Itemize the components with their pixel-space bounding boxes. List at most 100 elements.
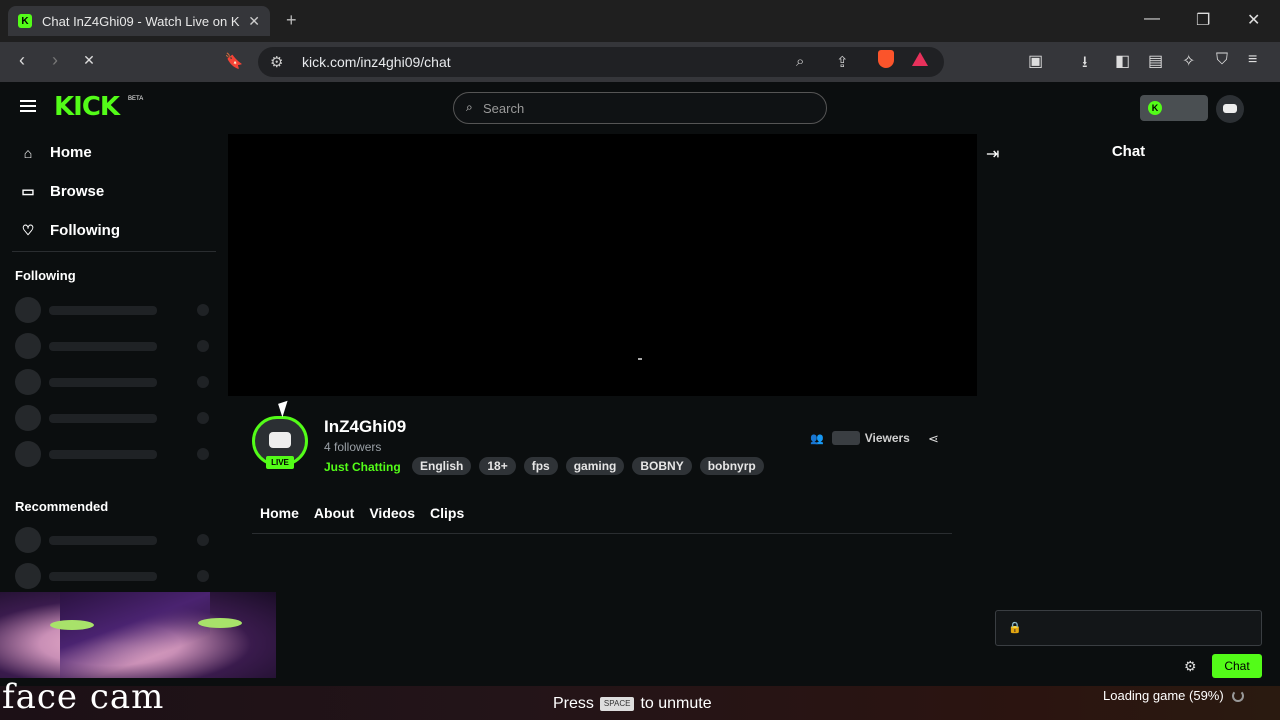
tag[interactable]: gaming — [565, 457, 625, 475]
following-section-title: Following — [15, 268, 76, 283]
reader-mode-icon[interactable]: ▣ — [1028, 51, 1043, 71]
url-text[interactable]: kick.com/inz4ghi09/chat — [302, 54, 451, 70]
chat-settings-icon[interactable]: ⚙ — [1184, 658, 1197, 675]
viewer-count: 👥 Viewers — [810, 431, 910, 445]
chat-message-input[interactable]: 🔒 — [995, 610, 1262, 646]
viewer-count-placeholder — [831, 431, 860, 445]
channel-skeleton — [15, 563, 215, 589]
loading-indicator — [638, 358, 642, 360]
maximize-button[interactable]: ❐ — [1196, 10, 1210, 30]
tabs-divider — [252, 533, 952, 534]
facecam-eye — [50, 620, 94, 630]
tab-close-icon[interactable]: ✕ — [248, 13, 260, 30]
kick-coin-icon: K — [1148, 101, 1162, 115]
tag[interactable]: fps — [523, 457, 558, 475]
facecam-eye — [198, 618, 242, 628]
facecam-label: face cam — [2, 677, 165, 717]
tab-videos[interactable]: Videos — [369, 505, 415, 521]
leo-ai-icon[interactable]: ✧ — [1182, 51, 1195, 71]
bookmark-icon[interactable]: 🔖 — [222, 52, 246, 70]
sidebar-toggle-icon[interactable]: ◧ — [1115, 51, 1130, 71]
hamburger-menu-icon[interactable] — [20, 100, 36, 112]
window-close-button[interactable]: ✕ — [1247, 10, 1260, 30]
channel-skeleton — [15, 405, 215, 431]
browser-tab[interactable]: K Chat InZ4Ghi09 - Watch Live on K ✕ — [8, 6, 270, 36]
channel-name[interactable]: InZ4Ghi09 — [324, 417, 406, 437]
mouse-cursor-icon — [278, 400, 292, 418]
recommended-section-title: Recommended — [15, 499, 109, 514]
site-settings-icon[interactable]: ⚙ — [270, 53, 283, 71]
sidebar-item-label: Home — [50, 144, 92, 161]
new-tab-button[interactable]: + — [286, 10, 297, 31]
unmute-text: to unmute — [640, 695, 712, 712]
channel-skeleton — [15, 441, 215, 467]
stop-loading-icon[interactable]: ✕ — [77, 52, 101, 69]
user-avatar[interactable] — [1216, 95, 1244, 123]
search-placeholder: Search — [483, 101, 525, 116]
tab-home[interactable]: Home — [260, 505, 299, 521]
tag-list: English 18+ fps gaming BOBNY bobnyrp — [412, 457, 764, 475]
zoom-icon[interactable]: ⌕ — [796, 53, 804, 70]
category-link[interactable]: Just Chatting — [324, 460, 401, 474]
back-icon[interactable]: ‹ — [10, 50, 34, 71]
minimize-button[interactable]: — — [1144, 10, 1160, 28]
beta-label: BETA — [128, 96, 144, 102]
send-chat-button[interactable]: Chat — [1212, 654, 1262, 678]
kick-favicon-icon: K — [18, 14, 32, 28]
forward-icon[interactable]: › — [43, 50, 67, 71]
space-key: SPACE — [599, 697, 635, 711]
menu-icon[interactable]: ≡ — [1248, 51, 1257, 69]
search-icon: ⌕ — [466, 100, 473, 114]
tag[interactable]: English — [412, 457, 472, 475]
channel-avatar[interactable]: LIVE — [252, 416, 310, 469]
site-header: KICK BETA ⌕ Search K — [0, 82, 1280, 134]
video-player[interactable] — [228, 134, 977, 396]
tag[interactable]: BOBNY — [632, 457, 692, 475]
download-icon[interactable]: ⭳ — [1082, 51, 1088, 78]
browser-navbar: ‹ › ✕ 🔖 ⚙ kick.com/inz4ghi09/chat ⌕ ⇪ ▣ … — [0, 42, 1280, 82]
tag[interactable]: bobnyrp — [699, 457, 764, 475]
facecam-hair — [60, 592, 210, 678]
kick-logo[interactable]: KICK — [54, 92, 120, 122]
kicks-balance-button[interactable]: K — [1140, 95, 1208, 121]
wallet-icon[interactable]: ▤ — [1148, 51, 1163, 71]
share-icon[interactable]: ⋖ — [928, 431, 939, 447]
sidebar-item-label: Following — [50, 222, 120, 239]
tab-about[interactable]: About — [314, 505, 354, 521]
follower-count: 4 followers — [324, 440, 382, 454]
tab-title: Chat InZ4Ghi09 - Watch Live on K — [42, 13, 240, 29]
lock-icon: 🔒 — [1008, 622, 1022, 634]
heart-icon: ♡ — [21, 222, 35, 238]
loading-text: Loading game (59%) — [1103, 688, 1224, 703]
tag[interactable]: 18+ — [479, 457, 516, 475]
viewers-icon: 👥 — [810, 432, 824, 445]
sidebar-item-browse[interactable]: ▭ Browse — [20, 183, 104, 200]
sidebar-item-label: Browse — [50, 183, 105, 200]
address-bar[interactable]: ⚙ kick.com/inz4ghi09/chat ⌕ ⇪ — [258, 47, 944, 77]
brave-rewards-icon[interactable] — [912, 52, 928, 66]
sidebar-item-home[interactable]: ⌂ Home — [20, 144, 92, 161]
share-page-icon[interactable]: ⇪ — [836, 53, 849, 71]
facecam-overlay — [0, 592, 276, 678]
collapse-chat-icon[interactable]: ⇥ — [986, 144, 999, 164]
unmute-press: Press — [553, 695, 594, 712]
tab-clips[interactable]: Clips — [430, 505, 464, 521]
home-icon: ⌂ — [23, 144, 33, 161]
channel-tabs: Home About Videos Clips — [260, 505, 464, 521]
live-badge: LIVE — [266, 456, 294, 469]
chat-title: Chat — [1111, 143, 1146, 160]
vpn-icon[interactable]: ⛉ — [1216, 51, 1228, 69]
channel-skeleton — [15, 333, 215, 359]
sidebar-divider — [12, 251, 216, 252]
brave-shield-icon[interactable] — [878, 50, 894, 68]
channel-skeleton — [15, 297, 215, 323]
viewers-label: Viewers — [864, 431, 910, 445]
sidebar-item-following[interactable]: ♡ Following — [20, 222, 120, 239]
browser-tabbar: K Chat InZ4Ghi09 - Watch Live on K ✕ + —… — [0, 0, 1280, 42]
browse-icon: ▭ — [21, 183, 35, 199]
loading-game-status: Loading game (59%) — [1103, 688, 1244, 703]
channel-skeleton — [15, 369, 215, 395]
unmute-hint[interactable]: Press SPACE to unmute — [553, 695, 712, 713]
search-input[interactable]: ⌕ Search — [453, 92, 827, 124]
channel-skeleton — [15, 527, 215, 553]
